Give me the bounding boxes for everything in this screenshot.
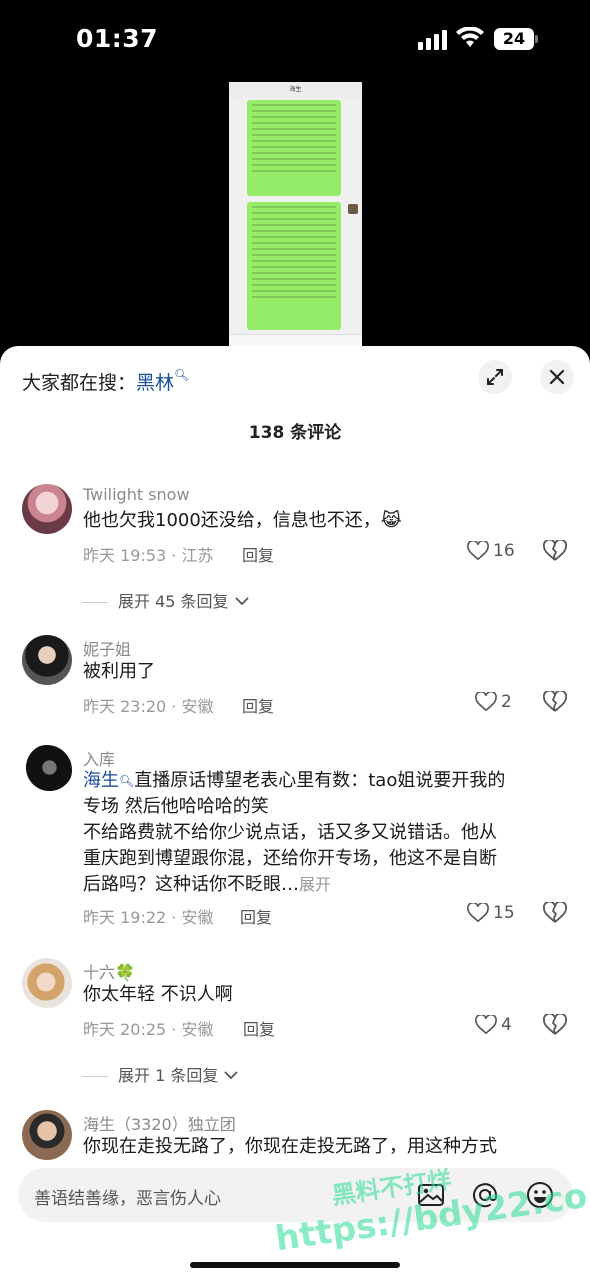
battery-level: 24 xyxy=(494,28,534,50)
comment-text: 被利用了 xyxy=(83,661,155,682)
heart-icon xyxy=(467,541,489,561)
reply-button[interactable]: 回复 xyxy=(240,904,272,928)
like-count: 16 xyxy=(493,541,515,561)
trending-search[interactable]: 大家都在搜：黑林🔍︎ xyxy=(22,368,189,395)
avatar[interactable] xyxy=(22,745,72,795)
like-count: 2 xyxy=(501,692,512,712)
expand-replies-button[interactable]: 展开 45 条回复 xyxy=(82,588,250,612)
dislike-button[interactable] xyxy=(543,689,567,715)
comment-username[interactable]: 海生（3320）独立团 xyxy=(83,1111,236,1135)
expand-replies-button[interactable]: 展开 1 条回复 xyxy=(82,1062,239,1086)
comment-sheet: 大家都在搜：黑林🔍︎ 138 条评论 Twilight snow 他也欠我100… xyxy=(0,346,590,1280)
search-icon: 🔍︎ xyxy=(174,368,190,382)
comment-input-placeholder: 善语结善缘，恶言伤人心 xyxy=(34,1189,221,1209)
comment-meta: 昨天 20:25 · 安徽 xyxy=(83,1020,214,1039)
expand-text-link[interactable]: 展开 xyxy=(299,875,331,894)
comment-count: 138 条评论 xyxy=(248,423,342,443)
comment-text: 你太年轻 不识人啊 xyxy=(83,984,233,1005)
dislike-button[interactable] xyxy=(543,538,567,564)
expand-sheet-button[interactable] xyxy=(478,360,512,394)
reply-button[interactable]: 回复 xyxy=(242,693,274,717)
expand-replies-label: 展开 45 条回复 xyxy=(118,592,229,611)
comment-username[interactable]: 入库 xyxy=(83,746,115,770)
broken-heart-icon xyxy=(543,538,567,561)
heart-icon xyxy=(475,692,497,712)
chevron-down-icon xyxy=(224,1071,239,1080)
comment-text: 海生🔍︎直播原话博望老表心里有数：tao姐说要开我的 专场 然后他哈哈哈的笑 不… xyxy=(83,768,573,898)
close-button[interactable] xyxy=(540,360,574,394)
comment-username[interactable]: 十六🍀 xyxy=(83,959,135,983)
comment-meta: 昨天 19:53 · 江苏 xyxy=(83,546,214,565)
avatar[interactable] xyxy=(22,484,72,534)
comment-text: 他也欠我1000还没给，信息也不还，😹 xyxy=(83,510,402,531)
like-count: 15 xyxy=(493,903,515,923)
wifi-icon xyxy=(456,27,484,47)
like-button[interactable]: 4 xyxy=(475,1014,523,1038)
like-button[interactable]: 2 xyxy=(475,691,523,715)
broken-heart-icon xyxy=(543,900,567,923)
trending-search-label: 大家都在搜： xyxy=(22,372,137,394)
comment-line: 直播原话博望老表心里有数：tao姐说要开我的 xyxy=(134,770,506,791)
avatar[interactable] xyxy=(22,635,72,685)
comment-meta: 昨天 23:20 · 安徽 xyxy=(83,697,214,716)
like-button[interactable]: 16 xyxy=(467,540,515,564)
like-count: 4 xyxy=(501,1015,512,1035)
chat-avatar xyxy=(348,204,358,214)
heart-icon xyxy=(475,1015,497,1035)
battery-icon: 24 xyxy=(494,28,538,50)
video-preview[interactable]: 海生 xyxy=(229,82,362,348)
trending-search-keyword[interactable]: 黑林 xyxy=(136,372,174,394)
comment-input[interactable]: 善语结善缘，恶言伤人心 xyxy=(18,1168,573,1222)
close-icon xyxy=(549,369,565,385)
like-button[interactable]: 15 xyxy=(467,902,515,926)
mention-link[interactable]: 海生 xyxy=(83,770,119,791)
mention-icon[interactable] xyxy=(470,1180,500,1210)
comment-meta: 昨天 19:22 · 安徽 xyxy=(83,908,214,927)
expand-replies-label: 展开 1 条回复 xyxy=(118,1066,219,1085)
reply-button[interactable]: 回复 xyxy=(242,542,274,566)
comment-username[interactable]: 妮子姐 xyxy=(83,636,131,660)
broken-heart-icon xyxy=(543,1012,567,1035)
dislike-button[interactable] xyxy=(543,1012,567,1038)
chat-bubble xyxy=(247,100,341,196)
broken-heart-icon xyxy=(543,689,567,712)
emoji-icon[interactable] xyxy=(525,1180,555,1210)
avatar[interactable] xyxy=(22,1110,72,1160)
expand-icon xyxy=(487,369,503,385)
comment-line: 后路吗？这种话你不眨眼… xyxy=(83,874,299,895)
comment-line: 不给路费就不给你少说点话，话又多又说错话。他从 xyxy=(83,822,497,843)
chat-header: 海生 xyxy=(229,82,362,98)
heart-icon xyxy=(467,903,489,923)
reply-button[interactable]: 回复 xyxy=(243,1016,275,1040)
chevron-down-icon xyxy=(235,597,249,606)
status-time: 01:37 xyxy=(76,24,159,53)
comment-line: 重庆跑到博望跟你混，还给你开专场，他这不是自断 xyxy=(83,848,497,869)
comment-text: 你现在走投无路了，你现在走投无路了，用这种方式 xyxy=(83,1136,497,1157)
comment-line: 专场 然后他哈哈哈的笑 xyxy=(83,796,269,817)
image-icon[interactable] xyxy=(416,1180,446,1210)
comment-username[interactable]: Twilight snow xyxy=(83,485,190,504)
chat-title: 海生 xyxy=(289,86,302,93)
cellular-signal-icon xyxy=(418,30,447,50)
dislike-button[interactable] xyxy=(543,900,567,926)
status-bar: 01:37 24 xyxy=(0,0,590,80)
search-icon: 🔍︎ xyxy=(119,774,135,788)
avatar[interactable] xyxy=(22,958,72,1008)
chat-bubble xyxy=(247,202,341,330)
home-indicator[interactable] xyxy=(190,1262,400,1268)
